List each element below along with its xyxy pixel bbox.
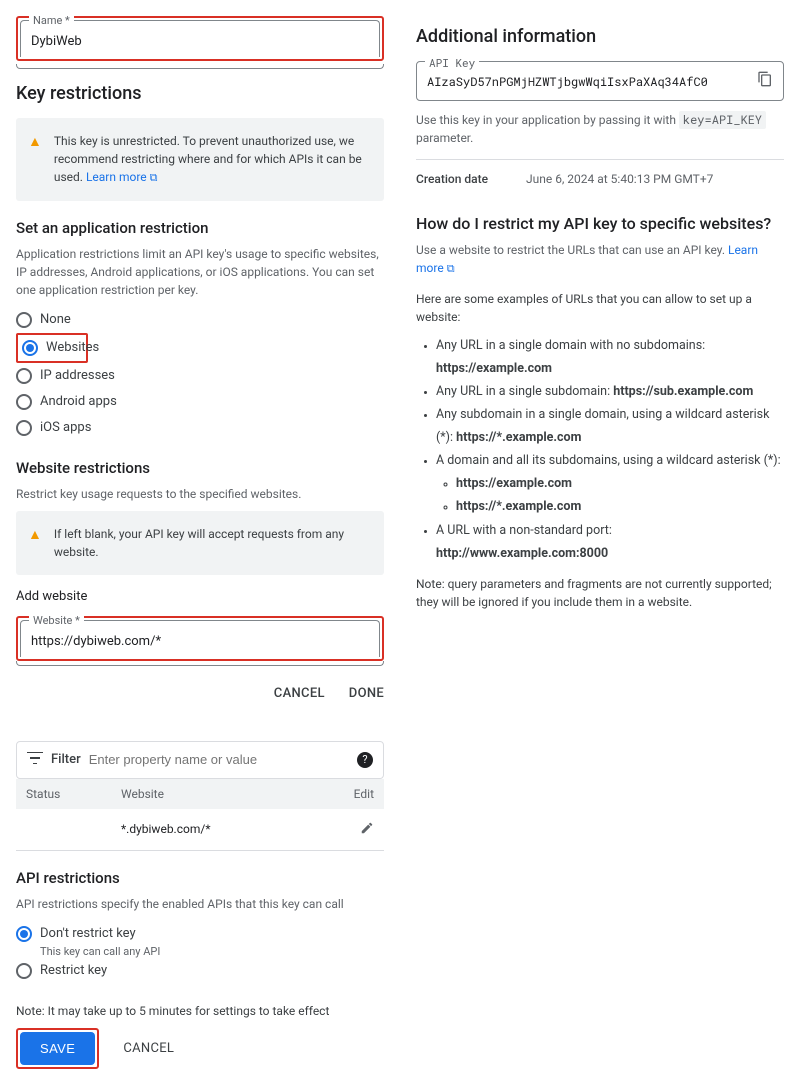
radio-icon xyxy=(16,312,32,328)
additional-info-heading: Additional information xyxy=(416,26,784,47)
blank-warning: ▲ If left blank, your API key will accep… xyxy=(16,511,384,575)
copy-button[interactable] xyxy=(757,71,773,91)
filter-label: Filter xyxy=(51,752,81,767)
api-restrictions-heading: API restrictions xyxy=(16,869,384,887)
list-item: https://example.com xyxy=(456,472,784,495)
external-link-icon: ⧉ xyxy=(447,261,455,278)
app-restriction-radios: None Websites IP addresses Android apps … xyxy=(16,307,384,441)
radio-icon xyxy=(16,394,32,410)
api-key-field: API Key AIzaSyD57nPGMjHZWTjbgwWqiIsxPaXA… xyxy=(416,61,784,101)
radio-dont-restrict-sub: This key can call any API xyxy=(40,945,384,958)
filter-input[interactable] xyxy=(89,752,349,767)
name-label: Name * xyxy=(29,14,74,27)
name-input[interactable] xyxy=(31,34,369,49)
usage-text: Use this key in your application by pass… xyxy=(416,111,784,147)
add-website-heading: Add website xyxy=(16,589,384,604)
footer-actions: SAVE CANCEL xyxy=(16,1028,384,1069)
th-edit: Edit xyxy=(334,787,374,801)
list-item: Any URL in a single subdomain: https://s… xyxy=(436,380,784,403)
website-field-bottom xyxy=(16,661,384,666)
radio-restrict[interactable]: Restrict key xyxy=(16,958,384,984)
key-restrictions-heading: Key restrictions xyxy=(16,83,384,104)
external-link-icon: ⧉ xyxy=(150,170,158,187)
unrestricted-warning: ▲ This key is unrestricted. To prevent u… xyxy=(16,118,384,201)
pencil-icon xyxy=(360,821,374,835)
footer-note: Note: It may take up to 5 minutes for se… xyxy=(16,1004,384,1018)
warning-icon: ▲ xyxy=(28,525,42,561)
api-key-label: API Key xyxy=(425,55,479,70)
radio-icon xyxy=(16,420,32,436)
website-restrictions-desc: Restrict key usage requests to the speci… xyxy=(16,485,384,503)
app-restriction-desc: Application restrictions limit an API ke… xyxy=(16,245,384,299)
footer-cancel-button[interactable]: CANCEL xyxy=(123,1041,174,1056)
list-item: https://*.example.com xyxy=(456,495,784,518)
website-restrictions-heading: Website restrictions xyxy=(16,459,384,477)
blank-warning-text: If left blank, your API key will accept … xyxy=(54,525,372,561)
radio-icon xyxy=(16,926,32,942)
done-button[interactable]: DONE xyxy=(349,686,384,701)
radio-icon xyxy=(16,368,32,384)
radio-icon xyxy=(16,963,32,979)
add-website-actions: CANCEL DONE xyxy=(16,686,384,701)
howto-heading: How do I restrict my API key to specific… xyxy=(416,214,784,233)
td-website: *.dybiweb.com/* xyxy=(121,822,334,836)
examples-list: Any URL in a single domain with no subdo… xyxy=(436,334,784,565)
save-button[interactable]: SAVE xyxy=(20,1032,95,1065)
list-item: Any URL in a single domain with no subdo… xyxy=(436,334,784,380)
creation-date-row: Creation date June 6, 2024 at 5:40:13 PM… xyxy=(416,159,784,194)
edit-button[interactable] xyxy=(334,821,374,838)
radio-android[interactable]: Android apps xyxy=(16,389,384,415)
warning-icon: ▲ xyxy=(28,132,42,187)
radio-websites[interactable]: Websites xyxy=(22,335,82,361)
copy-icon xyxy=(757,71,773,87)
list-item: Any subdomain in a single domain, using … xyxy=(436,403,784,449)
radio-dont-restrict[interactable]: Don't restrict key xyxy=(16,921,384,947)
radio-icon xyxy=(22,340,38,356)
howto-note: Note: query parameters and fragments are… xyxy=(416,575,784,611)
filter-icon xyxy=(27,752,43,768)
add-website-section: Add website Website * xyxy=(16,589,384,666)
api-key-value: AIzaSyD57nPGMjHZWTjbgwWqiIsxPaXAq34AfC0 xyxy=(427,74,708,90)
list-item: A URL with a non-standard port: http://w… xyxy=(436,519,784,565)
help-icon[interactable]: ? xyxy=(357,752,373,768)
th-website: Website xyxy=(121,787,334,801)
website-field[interactable]: Website * xyxy=(20,620,380,657)
website-input[interactable] xyxy=(31,634,369,649)
website-label: Website * xyxy=(29,614,84,627)
app-restriction-heading: Set an application restriction xyxy=(16,219,384,237)
list-item: A domain and all its subdomains, using a… xyxy=(436,449,784,518)
name-field[interactable]: Name * xyxy=(20,20,380,57)
radio-ios[interactable]: iOS apps xyxy=(16,415,384,441)
usage-code: key=API_KEY xyxy=(679,111,766,129)
filter-bar: Filter ? xyxy=(16,741,384,779)
examples-intro: Here are some examples of URLs that you … xyxy=(416,290,784,326)
th-status: Status xyxy=(26,787,121,801)
name-field-bottom xyxy=(16,64,384,69)
websites-table-header: Status Website Edit xyxy=(16,779,384,809)
radio-ip[interactable]: IP addresses xyxy=(16,363,384,389)
learn-more-link[interactable]: Learn more⧉ xyxy=(86,170,158,184)
table-row: *.dybiweb.com/* xyxy=(16,809,384,851)
cancel-button[interactable]: CANCEL xyxy=(274,686,325,701)
howto-desc: Use a website to restrict the URLs that … xyxy=(416,241,784,278)
radio-none[interactable]: None xyxy=(16,307,384,333)
api-restrictions-radios: Don't restrict key This key can call any… xyxy=(16,921,384,984)
creation-date-value: June 6, 2024 at 5:40:13 PM GMT+7 xyxy=(526,172,784,186)
creation-date-label: Creation date xyxy=(416,172,526,186)
api-restrictions-desc: API restrictions specify the enabled API… xyxy=(16,895,384,913)
